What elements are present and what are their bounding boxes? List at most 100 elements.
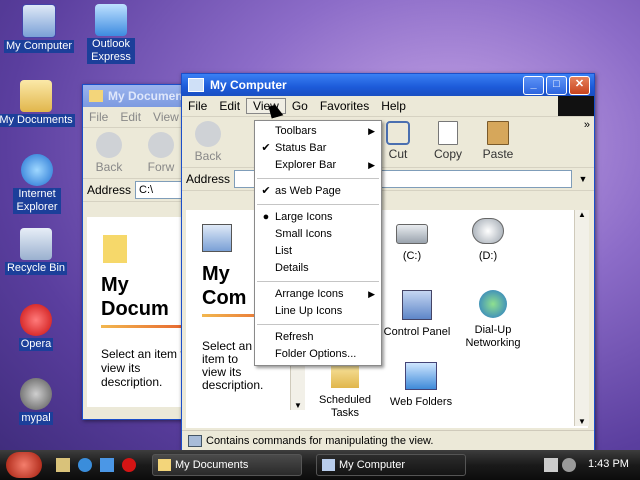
back-button[interactable]: Back (182, 121, 234, 163)
clock[interactable]: 1:43 PM (588, 458, 629, 470)
menu-separator (257, 324, 379, 325)
view-menu-item[interactable]: ● Large Icons (255, 209, 381, 226)
scissors-icon (386, 121, 410, 145)
back-arrow-icon (195, 121, 221, 147)
view-menu-item-label: Large Icons (275, 211, 333, 223)
scroll-up-icon[interactable]: ▲ (575, 210, 589, 219)
desktop-icon-opera[interactable]: Opera (0, 304, 75, 351)
opera-icon[interactable] (122, 458, 136, 472)
taskbar-task-my-documents[interactable]: My Documents (152, 454, 302, 476)
network-globe-icon (479, 290, 507, 318)
view-menu-item[interactable]: Arrange Icons ▶ (255, 286, 381, 303)
drive-c-item[interactable]: (C:) (376, 218, 448, 262)
view-menu-item[interactable]: Folder Options... (255, 346, 381, 363)
submenu-arrow-icon: ▶ (368, 126, 375, 136)
forward-button[interactable]: Forw (135, 132, 187, 174)
minimize-button[interactable]: _ (523, 75, 544, 95)
back-button[interactable]: Back (83, 132, 135, 174)
view-menu-item-label: Line Up Icons (275, 305, 343, 317)
menu-go[interactable]: Go (286, 99, 314, 113)
close-button[interactable]: ✕ (569, 75, 590, 95)
network-tray-icon[interactable] (562, 458, 576, 472)
desktop-icon-mypal[interactable]: mypal (0, 378, 75, 425)
view-menu-item[interactable]: Details (255, 260, 381, 277)
desktop-icon-my-computer[interactable]: My Computer (0, 4, 78, 53)
panel-description: Select an item to view its description. (202, 339, 264, 392)
control-panel-item[interactable]: Control Panel (376, 290, 458, 338)
internet-explorer-icon[interactable] (78, 458, 92, 472)
desktop-icon-label: Recycle Bin (4, 262, 68, 275)
scroll-down-icon[interactable]: ▼ (575, 417, 589, 426)
view-menu-item-label: Folder Options... (275, 348, 357, 360)
window-title: My Documen (108, 89, 183, 103)
menu-view[interactable]: View (147, 110, 185, 124)
mypal-icon (20, 378, 52, 410)
menu-edit[interactable]: Edit (213, 99, 246, 113)
folder-icon (89, 90, 103, 102)
panel-title: My Docum (101, 274, 169, 320)
scheduled-tasks-item[interactable]: Scheduled Tasks (304, 362, 386, 420)
view-menu-item-label: Status Bar (275, 142, 327, 154)
my-computer-window[interactable]: My Computer _ □ ✕ File Edit View Go Favo… (181, 73, 595, 451)
recycle-bin-icon (20, 228, 52, 260)
view-menu: Toolbars ▶ ✔ Status Bar Explorer Bar ▶ ✔ as Web… (254, 120, 382, 366)
view-menu-item[interactable]: Refresh (255, 329, 381, 346)
window-title: My Computer (210, 78, 287, 92)
desktop-icon-my-documents[interactable]: My Documents (0, 80, 75, 127)
view-menu-item[interactable]: ✔ as Web Page (255, 183, 381, 200)
radio-bullet-icon: ● (262, 211, 270, 223)
view-menu-item[interactable]: Toolbars ▶ (255, 123, 381, 140)
view-menu-item[interactable]: ✔ Status Bar (255, 140, 381, 157)
folder-icon (103, 235, 127, 263)
toolbar-overflow-chevron-icon[interactable]: » (584, 119, 590, 131)
title-bar[interactable]: My Computer _ □ ✕ (182, 74, 594, 96)
windows-logo-icon (558, 96, 594, 116)
quick-launch-icon[interactable] (56, 458, 70, 472)
computer-icon (322, 459, 335, 471)
computer-icon (22, 4, 56, 38)
address-label: Address (186, 172, 231, 186)
view-menu-item[interactable]: Explorer Bar ▶ (255, 157, 381, 174)
menu-edit[interactable]: Edit (114, 110, 147, 124)
menu-favorites[interactable]: Favorites (314, 99, 375, 113)
desktop-icon-outlook-express[interactable]: Outlook Express (72, 4, 150, 64)
view-menu-item[interactable]: Line Up Icons (255, 303, 381, 320)
hard-drive-icon (396, 224, 428, 244)
outlook-express-icon[interactable] (100, 458, 114, 472)
volume-tray-icon[interactable] (544, 458, 558, 472)
view-menu-item-label: Toolbars (275, 125, 317, 137)
internet-explorer-icon (21, 154, 53, 186)
panel-title: My Com (202, 263, 247, 309)
maximize-button[interactable]: □ (546, 75, 567, 95)
menu-separator (257, 204, 379, 205)
paste-button[interactable]: Paste (472, 121, 524, 161)
address-bar: Address ▼ (182, 168, 594, 191)
menu-file[interactable]: File (83, 110, 114, 124)
desktop-icon-label: Opera (18, 338, 54, 351)
taskbar-task-my-computer[interactable]: My Computer (316, 454, 466, 476)
menu-separator (257, 281, 379, 282)
status-text: Contains commands for manipulating the v… (206, 434, 434, 447)
drive-d-item[interactable]: (D:) (452, 218, 524, 262)
menu-separator (257, 178, 379, 179)
copy-button[interactable]: Copy (422, 121, 474, 161)
menu-help[interactable]: Help (375, 99, 412, 113)
forward-arrow-icon (148, 132, 174, 158)
copy-icon (438, 121, 458, 145)
web-folders-icon (405, 362, 437, 390)
start-button[interactable] (6, 452, 42, 478)
view-menu-item-label: Details (275, 262, 309, 274)
desktop-icon-recycle-bin[interactable]: Recycle Bin (0, 228, 75, 275)
status-icon (188, 434, 202, 447)
web-folders-item[interactable]: Web Folders (380, 362, 462, 408)
dial-up-networking-item[interactable]: Dial-Up Networking (452, 290, 534, 350)
content-scrollbar[interactable]: ▲ ▼ (574, 210, 589, 426)
scroll-down-icon[interactable]: ▼ (291, 401, 305, 410)
desktop-icon-internet-explorer[interactable]: Internet Explorer (0, 154, 76, 214)
address-dropdown-chevron-down-icon[interactable]: ▼ (576, 174, 590, 184)
view-menu-item-label: Small Icons (275, 228, 332, 240)
opera-icon (20, 304, 52, 336)
view-menu-item[interactable]: List (255, 243, 381, 260)
view-menu-item[interactable]: Small Icons (255, 226, 381, 243)
menu-file[interactable]: File (182, 99, 213, 113)
